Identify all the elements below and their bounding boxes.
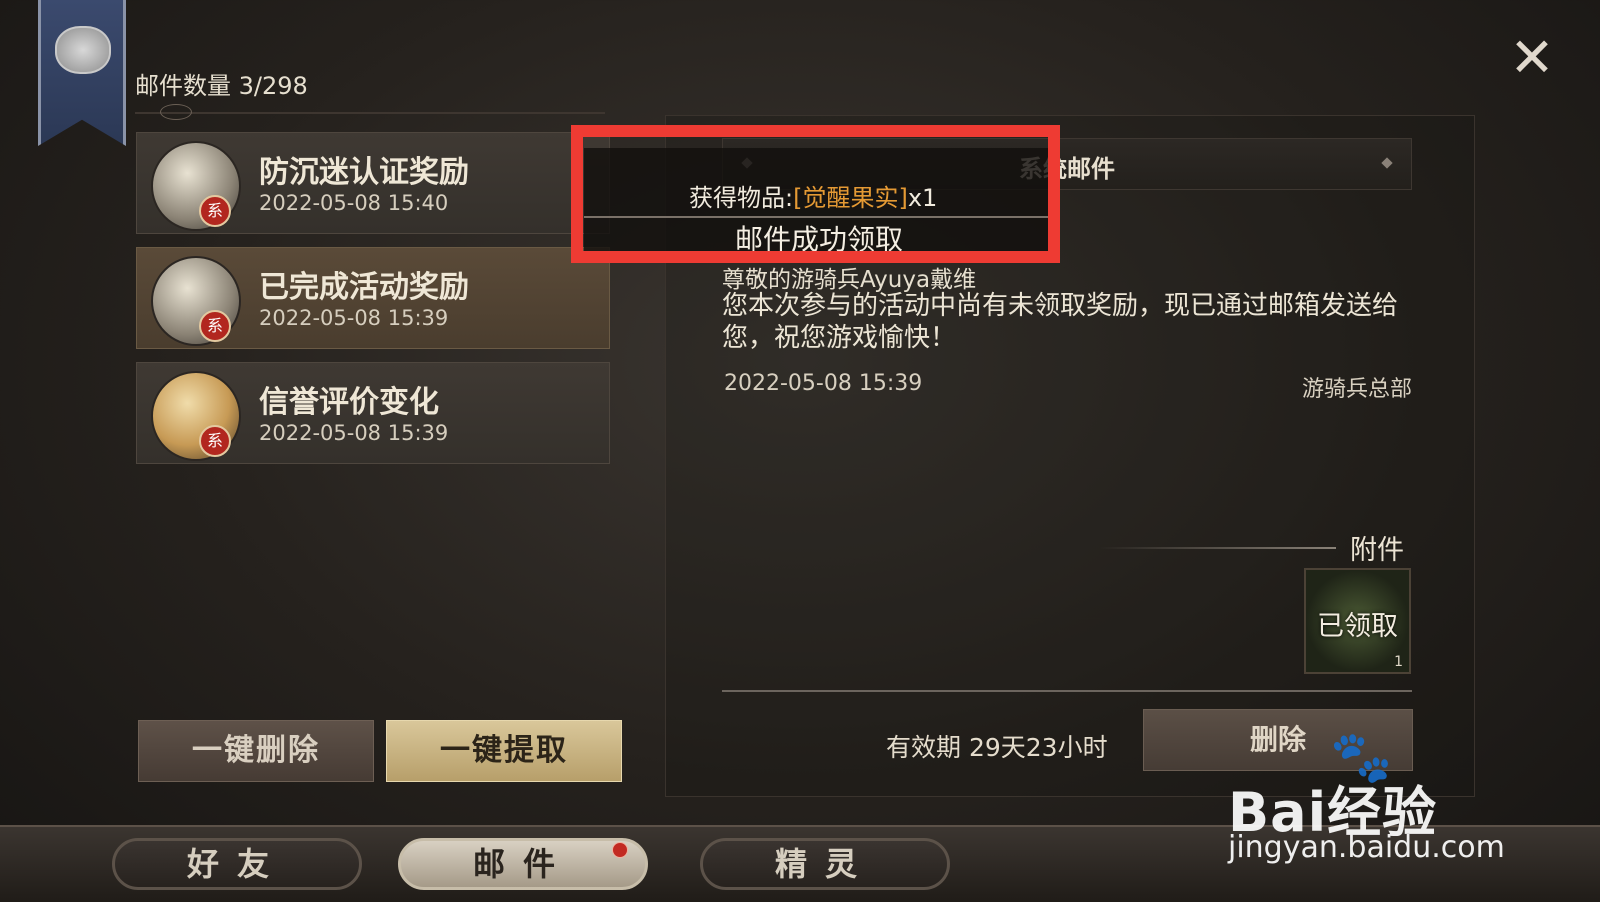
system-badge: 系	[199, 425, 231, 457]
notification-dot	[612, 842, 628, 858]
system-badge: 系	[199, 195, 231, 227]
watermark-url: jingyan.baidu.com	[1228, 830, 1505, 865]
divider	[135, 112, 605, 114]
mail-date: 2022-05-08 15:39	[259, 421, 449, 445]
tab-spirits[interactable]: 精灵	[700, 838, 950, 890]
mail-list-item-selected[interactable]: 系 已完成活动奖励 2022-05-08 15:39	[136, 247, 610, 349]
mail-title: 已完成活动奖励	[259, 270, 469, 305]
tab-friends[interactable]: 好友	[112, 838, 362, 890]
collect-all-button[interactable]: 一键提取	[386, 720, 622, 782]
attachment-quantity: 1	[1394, 654, 1403, 670]
divider	[1100, 547, 1336, 549]
mail-list-item[interactable]: 系 防沉迷认证奖励 2022-05-08 15:40	[136, 132, 610, 234]
attachment-slot[interactable]: 已领取 1	[1304, 568, 1411, 674]
mail-count: 邮件数量 3/298	[135, 72, 308, 100]
delete-all-button[interactable]: 一键删除	[138, 720, 374, 782]
tab-mail[interactable]: 邮件	[398, 838, 648, 890]
mail-date: 2022-05-08 15:40	[259, 191, 449, 215]
mail-banner	[38, 0, 126, 146]
mail-title: 防沉迷认证奖励	[259, 155, 469, 190]
divider	[722, 690, 1412, 692]
claimed-status: 已领取	[1317, 611, 1398, 642]
drum-icon	[55, 26, 111, 74]
mail-time: 2022-05-08 15:39	[724, 371, 923, 396]
mail-sender: 游骑兵总部	[1301, 377, 1412, 402]
highlight-box	[571, 125, 1060, 263]
attachment-label: 附件	[1350, 535, 1404, 566]
mail-list-item[interactable]: 系 信誉评价变化 2022-05-08 15:39	[136, 362, 610, 464]
ornament	[160, 104, 192, 120]
validity-text: 有效期 29天23小时	[886, 733, 1108, 762]
mail-title: 信誉评价变化	[259, 385, 439, 420]
watermark: 🐾 Bai经验 jingyan.baidu.com	[1228, 728, 1528, 865]
mail-body: 您本次参与的活动中尚有未领取奖励，现已通过邮箱发送给您，祝您游戏愉快！	[722, 291, 1399, 353]
system-badge: 系	[199, 310, 231, 342]
salutation: 尊敬的游骑兵Ayuya戴维	[722, 267, 977, 293]
close-icon[interactable]: ✕	[1508, 31, 1556, 85]
mail-date: 2022-05-08 15:39	[259, 306, 449, 330]
